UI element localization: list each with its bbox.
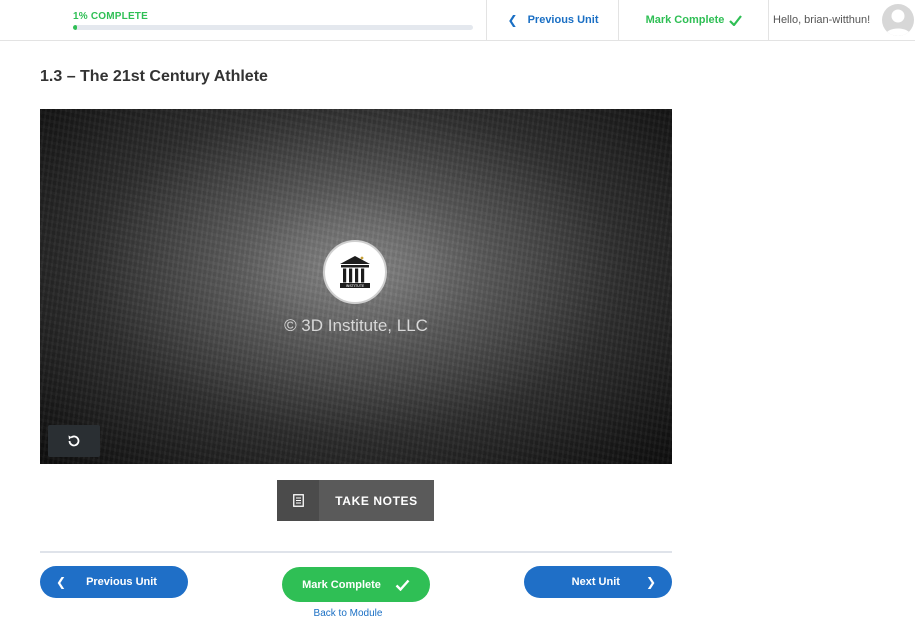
next-unit-button[interactable]: Next Unit ❯	[524, 566, 672, 598]
back-to-module-link[interactable]: Back to Module	[282, 608, 414, 619]
mark-complete-button[interactable]: Mark Complete	[282, 567, 430, 602]
take-notes-button[interactable]: TAKE NOTES	[277, 480, 434, 521]
video-player[interactable]: INSTITUTE © 3D Institute, LLC	[40, 109, 672, 464]
top-previous-unit-label: Previous Unit	[527, 14, 599, 26]
user-greeting: Hello, brian-witthun!	[773, 14, 871, 26]
progress-label: 1% COMPLETE	[73, 11, 148, 22]
footer-divider	[40, 551, 672, 553]
progress-fill	[73, 25, 77, 30]
take-notes-label: TAKE NOTES	[335, 493, 418, 508]
previous-unit-label: Previous Unit	[86, 576, 157, 588]
logo-text: INSTITUTE	[346, 284, 365, 288]
check-icon	[729, 14, 743, 26]
chevron-right-icon: ❯	[645, 575, 656, 589]
top-previous-unit-button[interactable]: ❮ Previous Unit	[486, 0, 619, 40]
top-mark-complete-label: Mark Complete	[645, 14, 725, 26]
user-avatar-icon[interactable]	[882, 4, 914, 36]
chevron-left-icon: ❮	[56, 575, 67, 589]
progress-track	[73, 25, 473, 30]
video-copyright-text: © 3D Institute, LLC	[284, 316, 428, 335]
unit-title: 1.3 – The 21st Century Athlete	[40, 68, 268, 85]
top-bar: 1% COMPLETE ❮ Previous Unit Mark Complet…	[0, 0, 915, 41]
mark-complete-label: Mark Complete	[302, 578, 381, 591]
replay-button[interactable]	[48, 425, 100, 457]
institute-logo: INSTITUTE	[323, 240, 387, 304]
course-progress: 1% COMPLETE	[73, 11, 473, 30]
chevron-left-icon: ❮	[507, 13, 518, 27]
replay-icon	[68, 435, 80, 447]
previous-unit-button[interactable]: ❮ Previous Unit	[40, 566, 188, 598]
notes-icon	[277, 480, 319, 521]
next-unit-label: Next Unit	[571, 576, 620, 588]
top-mark-complete-button[interactable]: Mark Complete	[618, 0, 769, 40]
check-icon	[395, 579, 410, 591]
